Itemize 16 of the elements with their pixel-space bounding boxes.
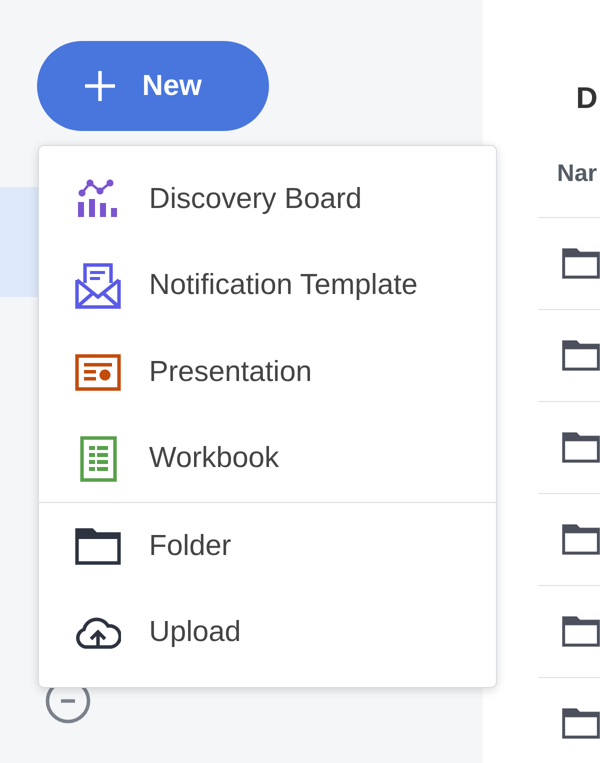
- new-button[interactable]: New: [37, 41, 269, 131]
- page-heading: D: [576, 82, 599, 116]
- menu-item[interactable]: Discovery Board: [39, 156, 496, 242]
- spreadsheet-icon: [80, 436, 116, 482]
- envelope-icon: [75, 262, 121, 309]
- menu-item[interactable]: Notification Template: [39, 242, 496, 329]
- plus-icon: [84, 70, 116, 102]
- folder-icon: [75, 528, 121, 565]
- menu-item[interactable]: Folder: [39, 503, 496, 590]
- chart-icon: [76, 179, 120, 220]
- column-header[interactable]: Nar: [557, 160, 600, 217]
- menu-item[interactable]: Workbook: [39, 416, 496, 502]
- presentation-icon: [75, 354, 121, 391]
- cloud-upload-icon: [75, 616, 121, 649]
- menu-item[interactable]: Presentation: [39, 329, 496, 416]
- menu-item[interactable]: Upload: [39, 590, 496, 676]
